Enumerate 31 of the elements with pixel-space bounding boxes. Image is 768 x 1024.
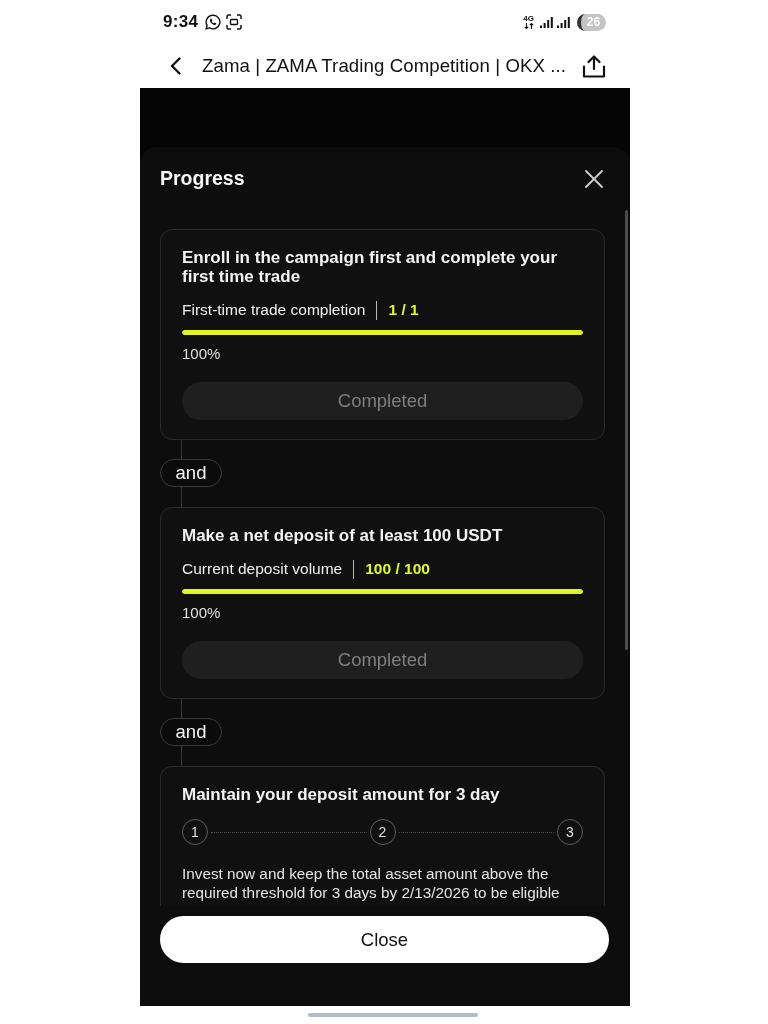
metric-value: 100 / 100	[365, 560, 430, 578]
share-icon[interactable]	[582, 54, 606, 78]
joiner-tag: and	[160, 718, 222, 746]
status-time: 9:34	[163, 12, 199, 32]
connector-line	[181, 440, 182, 459]
close-button[interactable]: Close	[160, 916, 609, 963]
network-type: 4G	[523, 15, 534, 23]
progress-percent: 100%	[182, 605, 222, 621]
metric-label: Current deposit volume	[182, 560, 343, 578]
sheet-title: Progress	[160, 167, 245, 190]
metric-value: 1 / 1	[388, 301, 419, 319]
task-title: Maintain your deposit amount for 3 day	[182, 785, 501, 804]
signal-icon	[540, 16, 553, 28]
progress-percent: 100%	[182, 346, 222, 362]
connector-line	[181, 699, 182, 718]
frame-corners-icon	[226, 14, 243, 30]
close-icon[interactable]	[585, 169, 603, 188]
back-icon[interactable]	[170, 57, 181, 75]
metric-label: First-time trade completion	[182, 301, 366, 319]
scrollbar-thumb[interactable]	[625, 210, 628, 650]
joiner-tag: and	[160, 459, 222, 487]
data-arrows-icon	[523, 23, 534, 29]
task-title: Enroll in the campaign first and complete your first time trade	[182, 248, 558, 286]
task-title: Make a net deposit of at least 100 USDT	[182, 526, 504, 545]
signal-icon	[557, 16, 570, 28]
connector-line	[181, 487, 182, 507]
battery-level: 26	[577, 13, 606, 31]
task-description: Invest now and keep the total asset amount above the required threshold for 3 days by 2/13/2026 to be eligible	[182, 864, 561, 902]
page-title: Zama | ZAMA Trading Competition | OKX ...	[202, 55, 567, 77]
connector-line	[181, 746, 182, 766]
phone-bubble-icon	[205, 14, 222, 30]
